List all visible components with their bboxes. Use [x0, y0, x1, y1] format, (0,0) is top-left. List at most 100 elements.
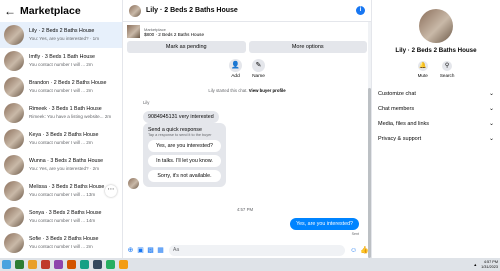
listing-thumbnail	[4, 51, 24, 71]
conversation-item[interactable]: Rimeek · 3 Beds 1 Bath House Rimeek: You…	[0, 100, 122, 126]
message-composer: ⊕ ▣ ▩ ▦ Aa ☺ 👍	[123, 242, 371, 258]
chat-panel: Lily · 2 Beds 2 Baths House i Marketplac…	[123, 0, 371, 258]
conversation-item[interactable]: Sonya · 3 Beds 2 Baths House You contact…	[0, 204, 122, 230]
add-label: Add	[231, 74, 240, 79]
mark-as-pending-button[interactable]: Mark as pending	[127, 41, 246, 53]
add-person-icon: 👤	[229, 59, 242, 72]
app-icon[interactable]	[54, 260, 63, 269]
gif-icon[interactable]: ▦	[157, 246, 164, 254]
app-icon[interactable]	[67, 260, 76, 269]
search-label: Search	[439, 73, 455, 78]
listing-thumbnail	[4, 77, 24, 97]
sender-name: Lily	[143, 100, 150, 105]
details-title: Lily · 2 Beds 2 Baths House	[395, 47, 477, 54]
search-button[interactable]: ⚲ Search	[439, 61, 455, 78]
time-separator: 4:57 PM	[236, 207, 254, 212]
app-icon[interactable]	[80, 260, 89, 269]
like-icon[interactable]: 👍	[360, 246, 369, 254]
system-note: Lily started this chat. View buyer profi…	[123, 88, 371, 93]
sidebar-header: ← Marketplace	[0, 0, 122, 22]
conversation-item[interactable]: Melissa · 3 Beds 2 Baths House You conta…	[0, 178, 122, 204]
conversation-details: Lily · 2 Beds 2 Baths House 🔔 Mute ⚲ Sea…	[371, 0, 500, 258]
plus-icon[interactable]: ⊕	[127, 246, 134, 254]
privacy-support-row[interactable]: Privacy & support ⌄	[372, 131, 500, 146]
conversation-item[interactable]: Sofie · 3 Beds 2 Baths House You contact…	[0, 230, 122, 256]
quick-reply-button[interactable]: In talks. I'll let you know.	[148, 155, 221, 167]
network-icon[interactable]: ▲	[473, 263, 477, 267]
message-input[interactable]: Aa	[169, 244, 345, 256]
listing-thumbnail	[4, 25, 24, 45]
listing-thumbnail	[4, 155, 24, 175]
chevron-down-icon: ⌄	[488, 106, 494, 112]
details-actions: 🔔 Mute ⚲ Search	[372, 61, 500, 78]
more-options-button[interactable]: More options	[248, 41, 367, 53]
listing-summary[interactable]: Marketplace $800 · 2 Beds 2 Baths House	[123, 22, 371, 41]
conversation-title: Brandon · 2 Beds 2 Baths House	[29, 80, 107, 86]
clock[interactable]: 4:57 PM 1/31/2023	[481, 260, 498, 269]
conversation-snippet: You contact number I will ... 2m	[29, 140, 93, 145]
row-label: Chat members	[378, 105, 415, 112]
back-arrow-icon[interactable]: ←	[4, 4, 16, 18]
name-shortcut[interactable]: ✎ Name	[252, 59, 265, 79]
conversation-item[interactable]: Wunna · 3 Beds 2 Baths House You: Yes, a…	[0, 152, 122, 178]
conversation-snippet: You contact number I will ... 2m	[29, 244, 93, 249]
pencil-icon: ✎	[252, 59, 265, 72]
chrome-icon[interactable]	[119, 260, 128, 269]
clock-time: 4:57 PM	[483, 259, 498, 264]
system-tray: ▲ 4:57 PM 1/31/2023	[473, 260, 498, 269]
listing-thumbnail	[127, 25, 140, 38]
media-files-links-row[interactable]: Media, files and links ⌄	[372, 116, 500, 131]
app-icon[interactable]	[93, 260, 102, 269]
conversation-snippet: You contact number I will ... 14m	[29, 218, 96, 223]
sent-status: Sent	[351, 232, 359, 236]
quick-response-subtitle: Tap a response to send it to the buyer	[148, 133, 212, 137]
app-icon[interactable]	[15, 260, 24, 269]
sticker-icon[interactable]: ▩	[147, 246, 154, 254]
name-label: Name	[252, 74, 265, 79]
chevron-down-icon: ⌄	[488, 136, 494, 142]
system-note-text: Lily started this chat.	[208, 88, 248, 93]
app-icon[interactable]	[41, 260, 50, 269]
customize-chat-row[interactable]: Customize chat ⌄	[372, 86, 500, 101]
conversation-title: Sonya · 3 Beds 2 Baths House	[29, 210, 102, 216]
chat-members-row[interactable]: Chat members ⌄	[372, 101, 500, 116]
chevron-down-icon: ⌄	[488, 121, 494, 127]
add-shortcut[interactable]: 👤 Add	[229, 59, 242, 79]
quick-reply-button[interactable]: Sorry, it's not available.	[148, 170, 221, 182]
avatar[interactable]	[129, 4, 141, 17]
conversation-title: Keya · 3 Beds 2 Baths House	[29, 132, 99, 138]
row-label: Customize chat	[378, 90, 416, 97]
listing-thumbnail	[4, 233, 24, 253]
listing-price: $800 · 2 Beds 2 Baths House	[144, 31, 205, 37]
conversation-sidebar: ← Marketplace Lily · 2 Beds 2 Baths Hous…	[0, 0, 123, 258]
more-options-icon[interactable]: ⋯	[105, 185, 117, 197]
conversation-item[interactable]: Brandon · 2 Beds 2 Baths House You conta…	[0, 74, 122, 100]
conversation-item[interactable]: Lily · 2 Beds 2 Baths House You: Yes, ar…	[0, 22, 122, 48]
conversation-snippet: Rimeek: You have a listing website... 2m	[29, 114, 112, 119]
conversation-snippet: You: Yes, are you interested? · 1m	[29, 36, 100, 41]
listing-thumbnail	[4, 129, 24, 149]
conversation-item[interactable]: Keya · 3 Beds 2 Baths House You contact …	[0, 126, 122, 152]
conversation-item[interactable]: Imfly · 3 Beds 1 Bath House You contact …	[0, 48, 122, 74]
conversation-title: Sofie · 3 Beds 2 Baths House	[29, 236, 99, 242]
conversation-title: Wunna · 3 Beds 2 Baths House	[29, 158, 104, 164]
quick-reply-button[interactable]: Yes, are you interested?	[148, 140, 221, 152]
image-icon[interactable]: ▣	[137, 246, 144, 254]
folder-icon[interactable]	[28, 260, 37, 269]
chevron-down-icon: ⌄	[488, 91, 494, 97]
emoji-icon[interactable]: ☺	[350, 247, 357, 254]
info-icon[interactable]: i	[356, 6, 365, 15]
start-icon[interactable]	[2, 260, 11, 269]
sidebar-title: Marketplace	[20, 5, 81, 17]
mute-button[interactable]: 🔔 Mute	[418, 61, 428, 78]
listing-actions: Mark as pending More options	[123, 41, 371, 53]
row-label: Media, files and links	[378, 120, 430, 127]
outgoing-message: Yes, are you interested?	[290, 218, 359, 230]
conversation-title: Lily · 2 Beds 2 Baths House	[29, 28, 95, 34]
avatar	[128, 178, 139, 189]
conversation-title: Imfly · 3 Beds 1 Bath House	[29, 54, 95, 60]
incoming-message: 9084945131 very interested	[143, 111, 219, 123]
app-icon[interactable]	[106, 260, 115, 269]
chat-title[interactable]: Lily · 2 Beds 2 Baths House	[146, 7, 238, 14]
view-buyer-profile-link[interactable]: View buyer profile	[249, 88, 286, 93]
